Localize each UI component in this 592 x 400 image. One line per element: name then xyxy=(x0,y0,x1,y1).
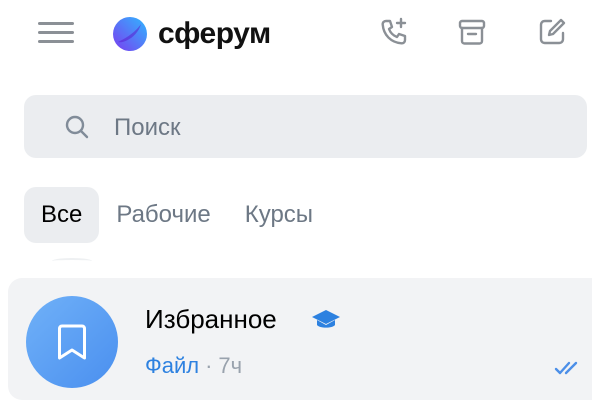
compose-icon xyxy=(539,18,566,45)
chat-last-message: Файл · 7ч xyxy=(145,353,242,379)
message-preview: Файл xyxy=(145,353,200,378)
graduation-cap-icon xyxy=(312,310,340,328)
search-bar[interactable] xyxy=(24,95,587,158)
chat-filter-tabs: Все Рабочие Курсы xyxy=(24,187,330,243)
new-call-button[interactable] xyxy=(374,12,414,52)
bookmark-icon xyxy=(58,324,86,360)
avatar xyxy=(26,296,118,388)
double-check-icon xyxy=(554,361,578,375)
separator: · xyxy=(205,353,213,378)
tab-courses[interactable]: Курсы xyxy=(228,187,330,243)
search-input[interactable] xyxy=(112,107,556,149)
menu-icon[interactable] xyxy=(38,22,74,44)
archive-button[interactable] xyxy=(452,12,492,52)
chat-list-item[interactable]: Избранное Файл · 7ч xyxy=(8,278,592,400)
tab-work[interactable]: Рабочие xyxy=(99,187,227,243)
app-logo[interactable]: сферум xyxy=(110,14,271,54)
chat-title: Избранное xyxy=(145,304,277,334)
search-icon xyxy=(65,115,89,139)
brand-name: сферум xyxy=(158,17,271,50)
logo-icon xyxy=(113,17,147,51)
list-divider xyxy=(52,258,92,264)
tab-all[interactable]: Все xyxy=(24,187,100,243)
compose-button[interactable] xyxy=(532,12,572,52)
call-plus-icon xyxy=(381,17,407,45)
app-header: сферум xyxy=(0,0,592,70)
message-time: 7ч xyxy=(218,353,243,378)
archive-icon xyxy=(458,19,486,45)
